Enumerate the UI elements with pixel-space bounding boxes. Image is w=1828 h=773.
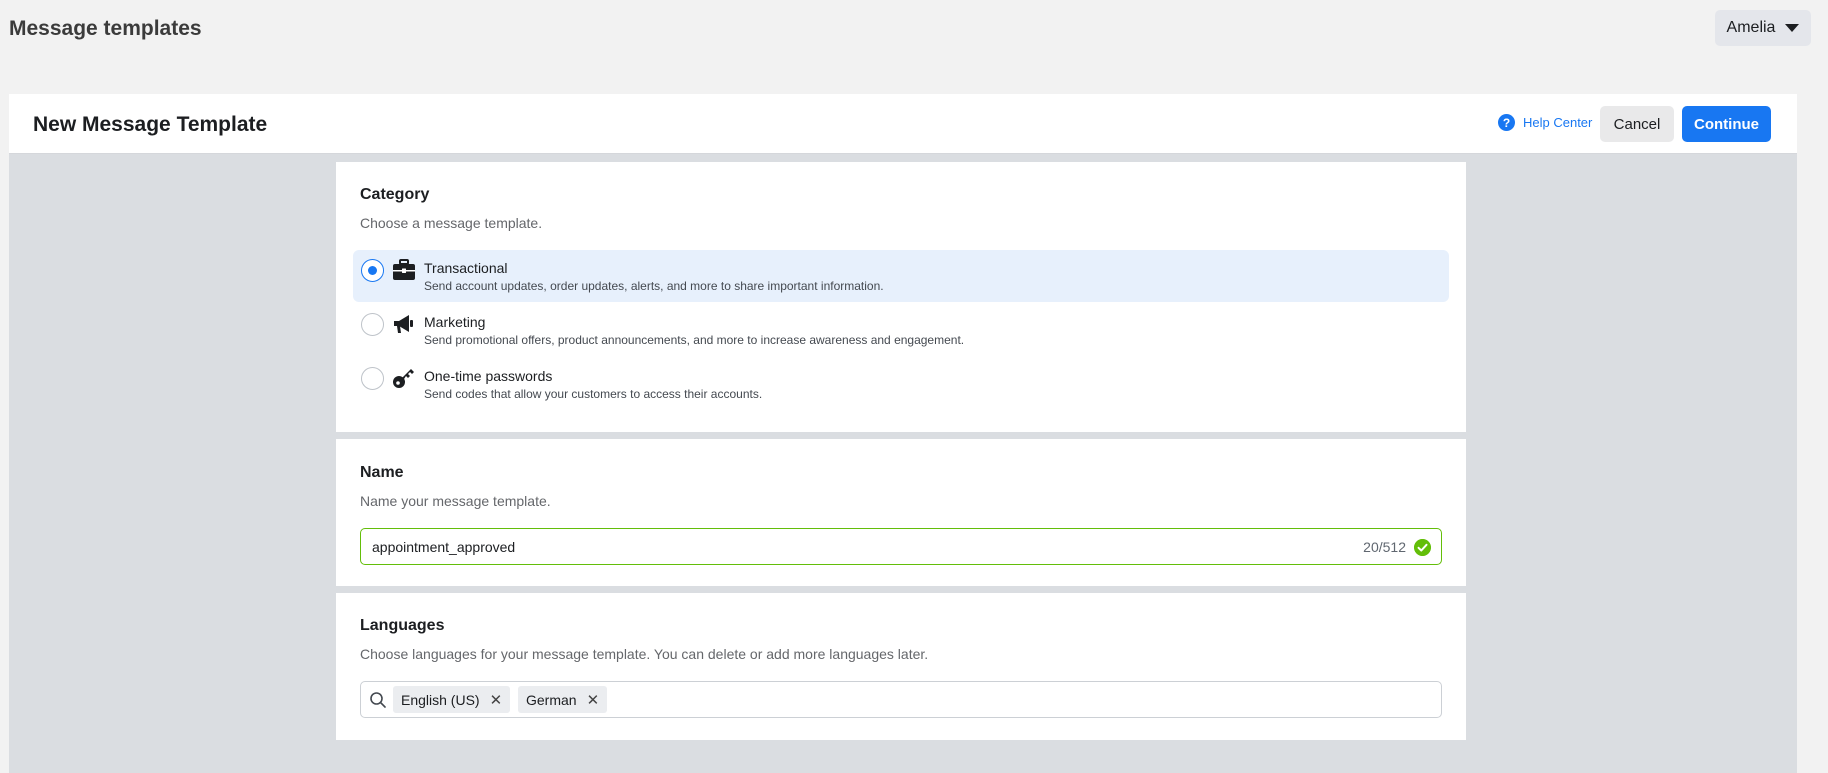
option-description: Send codes that allow your customers to … xyxy=(424,387,763,401)
language-search-input[interactable]: English (US) ✕ German ✕ xyxy=(360,681,1442,718)
page-title: Message templates xyxy=(9,17,202,40)
continue-button[interactable]: Continue xyxy=(1682,106,1771,142)
option-description: Send account updates, order updates, ale… xyxy=(424,279,884,293)
radio-one-time-passwords[interactable] xyxy=(361,367,384,390)
character-count: 20/512 xyxy=(1363,539,1406,555)
megaphone-icon xyxy=(394,315,413,333)
option-label: Transactional xyxy=(424,260,508,276)
name-section: Name Name your message template. appoint… xyxy=(336,439,1466,586)
name-subtitle: Name your message template. xyxy=(360,493,551,509)
language-tag-english-us: English (US) ✕ xyxy=(393,686,511,713)
tag-label: English (US) xyxy=(401,691,480,708)
languages-title: Languages xyxy=(360,617,445,634)
question-icon: ? xyxy=(1498,114,1515,131)
category-option-one-time-passwords[interactable]: One-time passwords Send codes that allow… xyxy=(353,358,1449,410)
help-center-link[interactable]: ? Help Center xyxy=(1498,114,1592,131)
help-center-label: Help Center xyxy=(1523,115,1593,130)
category-subtitle: Choose a message template. xyxy=(360,215,543,231)
account-menu-button[interactable]: Amelia xyxy=(1715,10,1811,46)
close-icon[interactable]: ✕ xyxy=(490,691,503,709)
panel-header: New Message Template ? Help Center Cance… xyxy=(9,94,1797,154)
option-label: One-time passwords xyxy=(424,368,553,384)
key-icon xyxy=(393,369,414,388)
language-tag-german: German ✕ xyxy=(518,686,608,713)
search-icon xyxy=(370,692,386,708)
option-label: Marketing xyxy=(424,314,486,330)
close-icon[interactable]: ✕ xyxy=(587,691,600,709)
tag-label: German xyxy=(526,691,577,708)
template-name-value[interactable]: appointment_approved xyxy=(372,539,515,555)
template-name-input[interactable]: appointment_approved 20/512 xyxy=(360,528,1442,565)
radio-marketing[interactable] xyxy=(361,313,384,336)
caret-down-icon xyxy=(1785,24,1800,32)
name-title: Name xyxy=(360,464,404,481)
panel-title: New Message Template xyxy=(33,113,268,136)
languages-subtitle: Choose languages for your message templa… xyxy=(360,646,929,662)
account-name: Amelia xyxy=(1726,19,1776,36)
category-section: Category Choose a message template. Tran… xyxy=(336,162,1466,432)
briefcase-icon xyxy=(393,259,415,280)
languages-section: Languages Choose languages for your mess… xyxy=(336,593,1466,740)
category-option-marketing[interactable]: Marketing Send promotional offers, produ… xyxy=(353,304,1449,356)
radio-transactional[interactable] xyxy=(361,259,384,282)
option-description: Send promotional offers, product announc… xyxy=(424,333,965,347)
check-circle-icon xyxy=(1414,539,1431,556)
category-title: Category xyxy=(360,186,430,203)
cancel-button[interactable]: Cancel xyxy=(1600,106,1674,142)
category-option-transactional[interactable]: Transactional Send account updates, orde… xyxy=(353,250,1449,302)
template-editor-panel: New Message Template ? Help Center Cance… xyxy=(9,94,1797,773)
